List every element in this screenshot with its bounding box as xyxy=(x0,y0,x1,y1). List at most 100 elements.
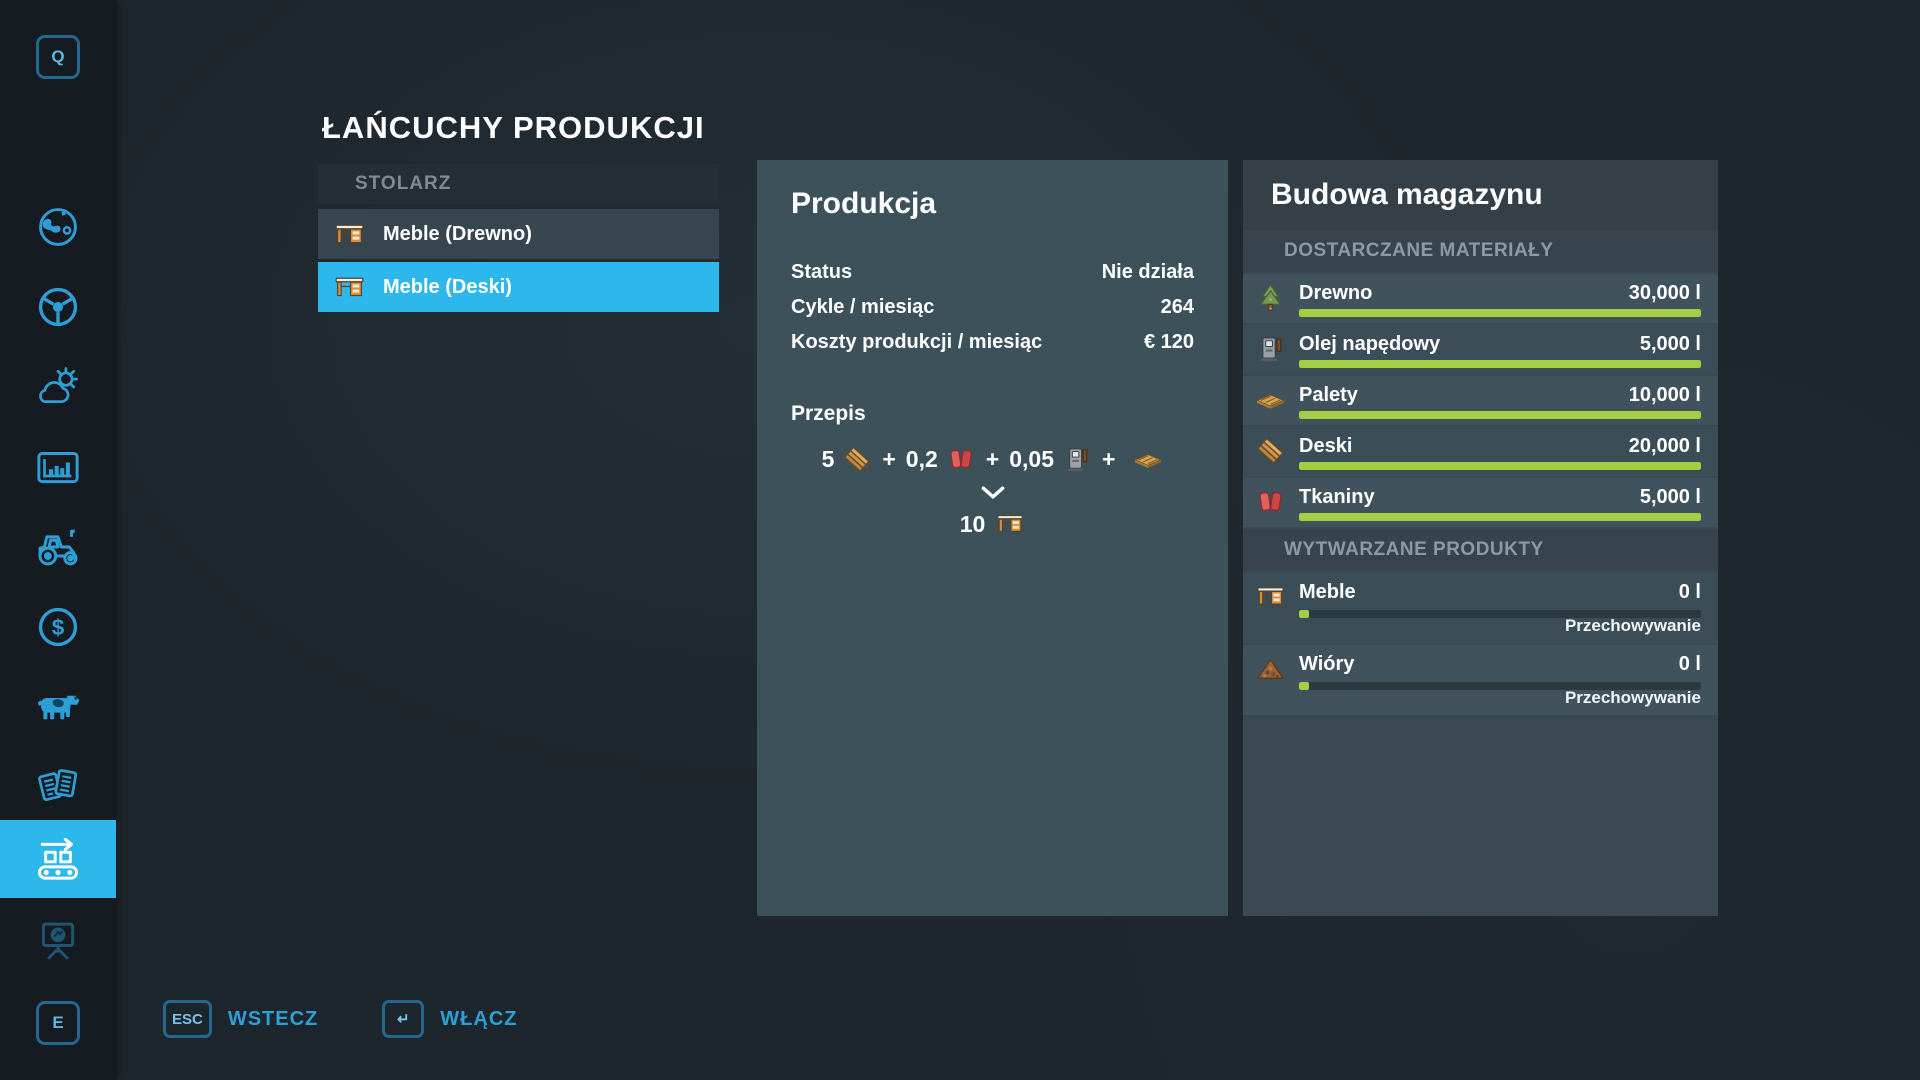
fill-level-bar xyxy=(1299,513,1701,521)
steering-wheel-icon xyxy=(31,280,85,334)
material-name: Tkaniny xyxy=(1299,486,1375,508)
sidebar-item-finances[interactable] xyxy=(0,588,116,666)
plus-sign: + xyxy=(985,445,1000,472)
production-panel-title: Produkcja xyxy=(791,187,937,220)
product-row-meble: Meble 0 l Przechowywanie xyxy=(1243,573,1718,643)
recipe-amount: 10 xyxy=(959,510,986,537)
material-value: 10,000 l xyxy=(1628,384,1701,406)
chain-group-header: STOLARZ xyxy=(318,164,719,204)
pallet-icon xyxy=(1133,444,1163,474)
plus-sign: + xyxy=(1101,445,1116,472)
stat-row-costs: Koszty produkcji / miesiąc € 120 xyxy=(791,331,1194,354)
recipe-output: 10 xyxy=(791,509,1194,539)
furniture-icon xyxy=(1255,581,1286,612)
product-name: Wióry xyxy=(1299,653,1355,675)
fill-level xyxy=(1299,513,1701,521)
material-row-tkaniny: Tkaniny 5,000 l xyxy=(1243,478,1718,527)
materials-section-header: DOSTARCZANE MATERIAŁY xyxy=(1243,230,1718,272)
material-value: 5,000 l xyxy=(1639,333,1701,355)
fill-level xyxy=(1299,682,1310,690)
products-section-header: WYTWARZANE PRODUKTY xyxy=(1243,529,1718,571)
fill-level-bar xyxy=(1299,309,1701,317)
key-hint-q: Q xyxy=(0,18,116,96)
furniture-icon xyxy=(333,271,366,304)
chevron-down-icon xyxy=(980,485,1006,500)
back-label: WSTECZ xyxy=(227,1007,319,1030)
material-row-olej: Olej napędowy 5,000 l xyxy=(1243,325,1718,374)
sidebar-item-help[interactable] xyxy=(0,902,116,980)
material-value: 5,000 l xyxy=(1639,486,1701,508)
diesel-icon xyxy=(1255,333,1286,364)
recipe-amount: 0,2 xyxy=(905,445,938,472)
chain-item-meble-deski[interactable]: Meble (Deski) xyxy=(318,262,719,312)
plus-sign: + xyxy=(882,445,896,472)
esc-key-badge: ESC xyxy=(163,1000,212,1038)
storage-panel: Budowa magazynu DOSTARCZANE MATERIAŁY Dr… xyxy=(1243,160,1718,916)
sidebar-item-statistics[interactable] xyxy=(0,428,116,506)
fill-level xyxy=(1299,309,1701,317)
sidebar-item-weather[interactable] xyxy=(0,348,116,426)
furniture-icon xyxy=(333,218,366,251)
recipe-arrow xyxy=(791,485,1194,500)
distribution-mode-label: Przechowywanie xyxy=(1564,688,1701,707)
stat-row-status: Status Nie działa xyxy=(791,261,1194,284)
stat-row-cycles: Cykle / miesiąc 264 xyxy=(791,296,1194,319)
production-chain-list: STOLARZ Meble (Drewno) Meble (Deski) xyxy=(318,164,719,315)
storage-panel-title: Budowa magazynu xyxy=(1243,160,1718,230)
recipe-heading: Przepis xyxy=(791,402,866,425)
sidebar: Q E xyxy=(0,0,116,1080)
easel-icon xyxy=(31,914,85,968)
material-row-deski: Deski 20,000 l xyxy=(1243,427,1718,476)
dollar-icon xyxy=(31,600,85,654)
tractor-icon xyxy=(31,520,85,574)
furniture-icon xyxy=(995,509,1025,539)
fill-level xyxy=(1299,411,1701,419)
material-name: Deski xyxy=(1299,435,1353,457)
stat-value: € 120 xyxy=(1143,331,1194,353)
material-name: Olej napędowy xyxy=(1299,333,1441,355)
cow-icon xyxy=(31,680,85,734)
stat-label: Status xyxy=(791,261,853,283)
fill-level-bar xyxy=(1299,462,1701,470)
boards-icon xyxy=(1255,435,1286,466)
fabric-icon xyxy=(946,444,976,474)
product-row-wiory: Wióry 0 l Przechowywanie xyxy=(1243,645,1718,715)
activate-label: WŁĄCZ xyxy=(440,1007,518,1030)
sidebar-item-animals[interactable] xyxy=(0,668,116,746)
recipe-amount: 5 xyxy=(821,445,835,472)
fill-level xyxy=(1299,462,1701,470)
page-title: ŁAŃCUCHY PRODUKCJI xyxy=(322,110,705,145)
bar-chart-icon xyxy=(31,440,85,494)
chain-item-meble-drewno[interactable]: Meble (Drewno) xyxy=(318,209,719,259)
conveyor-icon xyxy=(31,832,85,886)
boards-icon xyxy=(842,444,872,474)
fill-level xyxy=(1299,360,1701,368)
e-key-badge: E xyxy=(36,1001,80,1045)
sidebar-item-contracts[interactable] xyxy=(0,748,116,826)
activate-button[interactable]: ↵ WŁĄCZ xyxy=(382,1000,517,1038)
sidebar-item-garage[interactable] xyxy=(0,268,116,346)
product-value: 0 l xyxy=(1678,653,1701,675)
material-value: 30,000 l xyxy=(1628,282,1701,304)
weather-icon xyxy=(31,360,85,414)
stat-label: Cykle / miesiąc xyxy=(791,296,935,318)
material-row-palety: Palety 10,000 l xyxy=(1243,376,1718,425)
globe-icon xyxy=(31,200,85,254)
fill-level-bar xyxy=(1299,411,1701,419)
stat-value: 264 xyxy=(1160,296,1194,318)
material-name: Palety xyxy=(1299,384,1358,406)
back-button[interactable]: ESC WSTECZ xyxy=(163,1000,318,1038)
material-row-drewno: Drewno 30,000 l xyxy=(1243,274,1718,323)
recipe-inputs: 5 + 0,2 + 0,05 + xyxy=(791,444,1194,474)
product-name: Meble xyxy=(1299,581,1356,603)
sidebar-item-map[interactable] xyxy=(0,188,116,266)
fill-level xyxy=(1299,610,1310,618)
pallet-icon xyxy=(1255,384,1286,415)
fabric-icon xyxy=(1255,486,1286,517)
woodchips-icon xyxy=(1255,653,1286,684)
stat-label: Koszty produkcji / miesiąc xyxy=(791,331,1043,353)
chain-item-label: Meble (Drewno) xyxy=(383,222,532,245)
sidebar-item-vehicles[interactable] xyxy=(0,508,116,586)
sidebar-item-production-chains[interactable] xyxy=(0,820,116,898)
recipe-amount: 0,05 xyxy=(1009,445,1054,472)
